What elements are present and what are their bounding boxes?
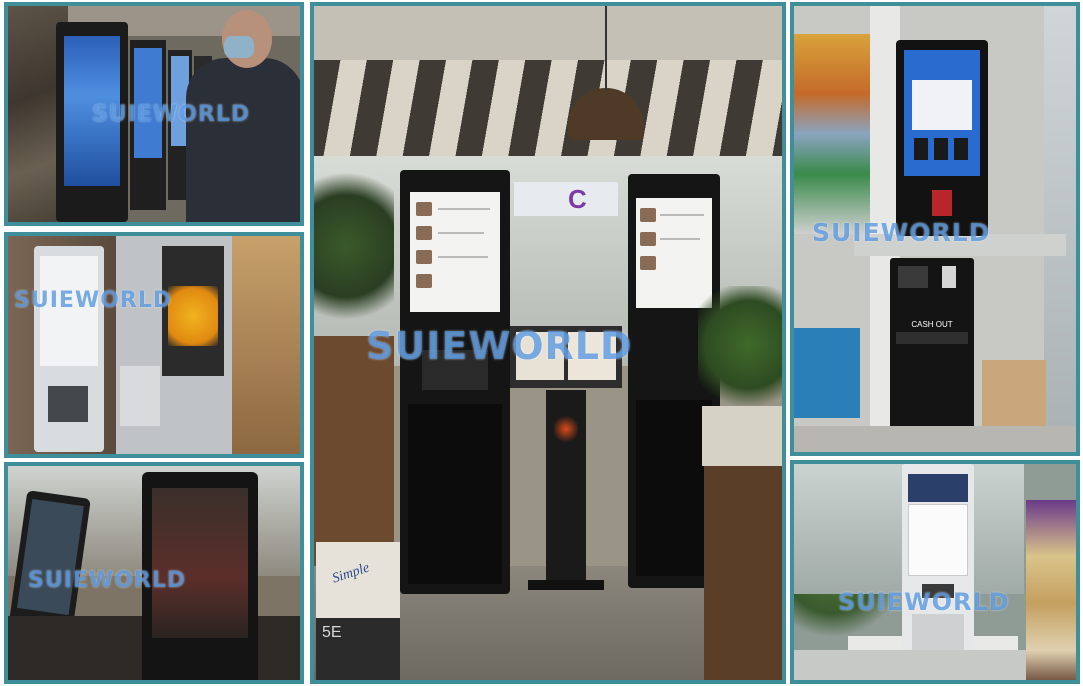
kiosk-cash-unit: CASH OUT [890, 258, 974, 436]
plants-left [314, 156, 394, 336]
box-brand: Simple [330, 560, 372, 587]
awning [314, 60, 782, 156]
person [186, 58, 300, 222]
watermark-text: SUIEWORLD [92, 102, 251, 127]
watermark-text: SUIEWORLD [366, 324, 633, 368]
kiosk-left-screen [410, 192, 500, 312]
kiosk-top [896, 40, 988, 236]
watermark-text: SUIEWORLD [838, 588, 1010, 616]
menu-stand-base [528, 580, 604, 590]
snack-shelf [1026, 500, 1076, 680]
store-sign: C [514, 182, 618, 216]
cardboard-box: Simple [316, 542, 400, 618]
shelves [794, 34, 870, 234]
floor [794, 650, 1026, 680]
photo-tile-white-kiosk: SUIEWORLD [790, 460, 1080, 684]
ceiling [314, 6, 782, 60]
kiosk-white [34, 246, 104, 452]
face-mask [224, 36, 254, 58]
photo-tile-storefront-kiosks: C Simple 5E SUIEWORLD [310, 2, 786, 684]
planter-box [702, 406, 782, 466]
watermark-text: SUIEWORLD [14, 288, 173, 313]
kiosk-top-screen [904, 50, 980, 176]
cash-out-label: CASH OUT [911, 320, 953, 329]
photo-tile-juice-kiosk: SUIEWORLD [4, 232, 304, 458]
dark-box: 5E [316, 618, 400, 680]
juice-machine [116, 236, 232, 454]
wood-box-right [704, 466, 782, 680]
watermark-text: SUIEWORLD [28, 568, 187, 593]
store-letter: C [568, 184, 587, 214]
photo-tile-wall-kiosks: SUIEWORLD [4, 2, 304, 226]
window-right [1044, 6, 1076, 452]
photo-tile-restaurant-kiosks: SUIEWORLD [4, 462, 304, 684]
menu-stand-pole [546, 390, 586, 580]
blue-basket [794, 328, 860, 418]
box-code: 5E [322, 624, 342, 641]
lamp-cord [605, 6, 607, 90]
kiosk-left [400, 170, 510, 594]
floor [794, 426, 1076, 452]
glass-shelf [232, 236, 300, 454]
plant-right [698, 286, 782, 416]
photo-tile-cash-out-kiosk: CASH OUT SUIEWORLD [790, 2, 1080, 456]
watermark-text: SUIEWORLD [812, 218, 991, 247]
